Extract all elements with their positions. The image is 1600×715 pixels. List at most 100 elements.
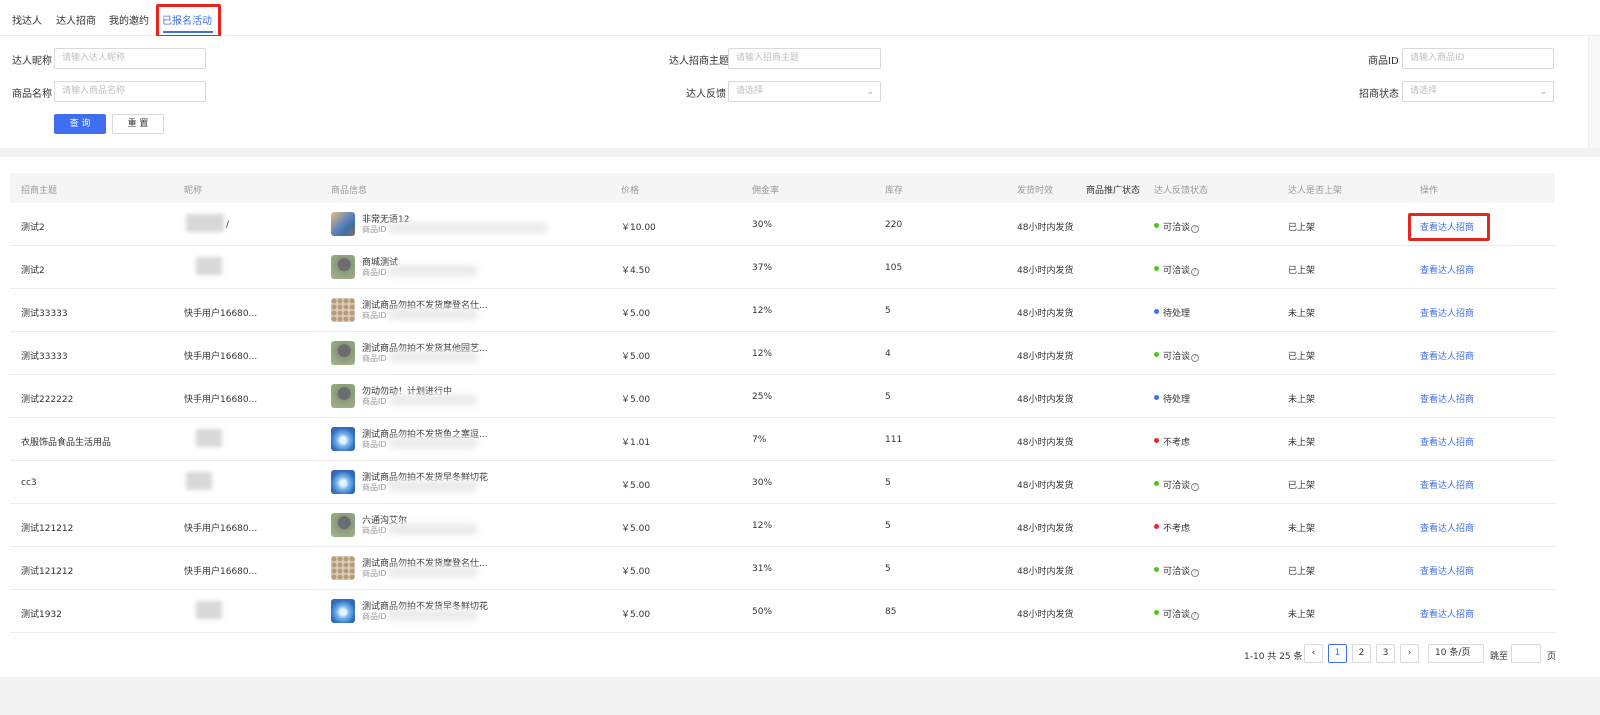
help-icon[interactable]: ? <box>1191 354 1200 362</box>
jump-page-input[interactable] <box>1511 644 1541 663</box>
product-id: 商品ID <box>362 483 387 492</box>
row-commission: 7% <box>752 435 767 445</box>
table-row: 测试222222 快手用户16680... 勿动勿动！计划进行中 商品ID ￥5.00 2… <box>10 375 1555 418</box>
view-recruit-link[interactable]: 查看达人招商 <box>1420 435 1474 448</box>
redacted-nickname <box>196 429 222 447</box>
row-listed: 已上架 <box>1288 223 1316 233</box>
help-icon[interactable]: ? <box>1191 569 1200 577</box>
view-recruit-link[interactable]: 查看达人招商 <box>1420 478 1474 491</box>
view-recruit-link[interactable]: 查看达人招商 <box>1420 263 1474 276</box>
row-listed: 未上架 <box>1288 438 1316 448</box>
product-thumbnail <box>331 513 355 537</box>
product-id: 商品ID <box>362 569 387 578</box>
prev-page-button[interactable]: ‹ <box>1304 644 1323 663</box>
results-panel: 招商主题 昵称 商品信息 价格 佣金率 库存 发货时效 商品推广状态 达人反馈状… <box>0 157 1600 677</box>
page-3-button[interactable]: 3 <box>1376 644 1395 663</box>
product-id: 商品ID <box>362 311 387 320</box>
nickname-input[interactable]: 请输入达人昵称 <box>54 48 206 69</box>
help-icon[interactable]: ? <box>1191 268 1200 276</box>
col-nickname: 昵称 <box>184 186 203 196</box>
tab-talent-recruit[interactable]: 达人招商 <box>56 12 96 27</box>
tab-registered-activities[interactable]: 已报名活动 <box>162 12 212 27</box>
row-ship-time: 48小时内发货 <box>1017 266 1074 276</box>
product-thumbnail <box>331 212 355 236</box>
row-ship-time: 48小时内发货 <box>1017 352 1074 362</box>
filter-form: 达人昵称 请输入达人昵称 达人招商主题 请输入招商主题 商品ID 请输入商品ID… <box>0 36 1600 148</box>
theme-input[interactable]: 请输入招商主题 <box>728 48 881 69</box>
row-theme: 测试121212 <box>21 524 74 534</box>
row-price: ￥5.00 <box>621 524 651 534</box>
page-2-button[interactable]: 2 <box>1352 644 1371 663</box>
status-dot <box>1154 524 1159 529</box>
row-price: ￥5.00 <box>621 610 651 620</box>
table-row: 测试121212 快手用户16680... 测试商品勿拍不发货摩登名仕... 商品ID… <box>10 547 1555 590</box>
status-select-placeholder: 请选择 <box>1410 86 1438 96</box>
view-recruit-link[interactable]: 查看达人招商 <box>1420 306 1474 319</box>
view-recruit-link[interactable]: 查看达人招商 <box>1420 564 1474 577</box>
redacted-nickname <box>186 214 224 232</box>
col-actions: 操作 <box>1420 186 1439 196</box>
product-id-input[interactable]: 请输入商品ID <box>1402 48 1554 69</box>
redacted-product-id <box>388 265 478 277</box>
row-commission: 12% <box>752 306 773 316</box>
row-commission: 25% <box>752 392 773 402</box>
row-theme: 衣服饰品食品生活用品 <box>21 438 112 448</box>
row-price: ￥4.50 <box>621 266 651 276</box>
row-stock: 4 <box>885 349 891 359</box>
row-theme: 测试33333 <box>21 309 68 319</box>
next-page-button[interactable]: › <box>1400 644 1419 663</box>
product-name-input[interactable]: 请输入商品名称 <box>54 81 206 102</box>
tab-my-invitations[interactable]: 我的邀约 <box>109 12 149 27</box>
scrollbar[interactable] <box>1588 36 1600 148</box>
feedback-status-text: 可洽谈 <box>1163 223 1191 233</box>
row-theme: 测试33333 <box>21 352 68 362</box>
product-thumbnail <box>331 255 355 279</box>
view-recruit-link[interactable]: 查看达人招商 <box>1420 220 1474 233</box>
row-price: ￥5.00 <box>621 395 651 405</box>
product-thumbnail <box>331 298 355 322</box>
view-recruit-link[interactable]: 查看达人招商 <box>1420 349 1474 362</box>
help-icon[interactable]: ? <box>1191 483 1200 491</box>
page-unit-label: 页 <box>1547 652 1557 662</box>
row-listed: 未上架 <box>1288 610 1316 620</box>
query-button[interactable]: 查 询 <box>54 114 106 134</box>
page-size-select[interactable]: 10 条/页 <box>1428 644 1484 663</box>
row-nickname: / <box>226 220 230 230</box>
row-ship-time: 48小时内发货 <box>1017 610 1074 620</box>
view-recruit-link[interactable]: 查看达人招商 <box>1420 521 1474 534</box>
row-commission: 50% <box>752 607 773 617</box>
col-ship-time: 发货时效 <box>1017 186 1054 196</box>
row-ship-time: 48小时内发货 <box>1017 524 1074 534</box>
status-label: 招商状态 <box>1359 89 1399 100</box>
row-nickname: 快手用户16680... <box>184 309 258 319</box>
reset-button[interactable]: 重 置 <box>112 114 164 134</box>
row-stock: 105 <box>885 263 903 273</box>
view-recruit-link[interactable]: 查看达人招商 <box>1420 392 1474 405</box>
status-dot <box>1154 352 1159 357</box>
table-row: 测试121212 快手用户16680... 六通沟艾尔 商品ID ￥5.00 12% 5 48… <box>10 504 1555 547</box>
row-stock: 5 <box>885 478 891 488</box>
row-stock: 85 <box>885 607 897 617</box>
row-price: ￥10.00 <box>621 223 656 233</box>
tab-find-talent[interactable]: 找达人 <box>12 12 42 27</box>
help-icon[interactable]: ? <box>1191 225 1200 233</box>
view-recruit-link[interactable]: 查看达人招商 <box>1420 607 1474 620</box>
row-stock: 5 <box>885 521 891 531</box>
redacted-product-id <box>388 308 478 320</box>
product-thumbnail <box>331 556 355 580</box>
feedback-select[interactable]: 请选择 ⌄ <box>728 81 881 102</box>
redacted-product-id <box>388 523 478 535</box>
row-price: ￥5.00 <box>621 567 651 577</box>
row-ship-time: 48小时内发货 <box>1017 567 1074 577</box>
redacted-product-id <box>388 566 478 578</box>
status-dot <box>1154 438 1159 443</box>
status-select[interactable]: 请选择 ⌄ <box>1402 81 1554 102</box>
table-row: cc3 测试商品勿拍不发货早冬鲜切花 商品ID ￥5.00 30% 5 48小时内发货 可洽谈… <box>10 461 1555 504</box>
help-icon[interactable]: ? <box>1191 612 1200 620</box>
page-1-button[interactable]: 1 <box>1328 644 1347 663</box>
row-commission: 30% <box>752 220 773 230</box>
row-listed: 已上架 <box>1288 352 1316 362</box>
col-theme: 招商主题 <box>21 186 58 196</box>
row-feedback-status: 可洽谈? <box>1163 478 1200 491</box>
row-listed: 已上架 <box>1288 567 1316 577</box>
